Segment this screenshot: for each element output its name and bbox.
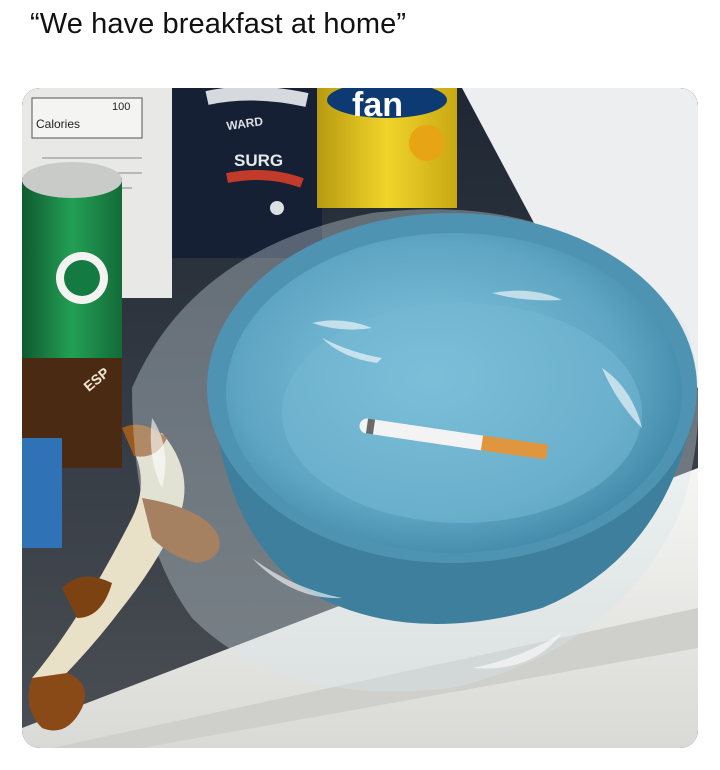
surge-label: SURG (234, 151, 283, 170)
calories-label: Calories (36, 117, 80, 131)
label-100: 100 (112, 101, 130, 113)
surge-can: WARD SURG (172, 88, 322, 258)
fanta-label: fan (352, 88, 403, 124)
meme-photo: Calories 100 WARD SURG fan ESP (22, 88, 698, 748)
post-caption: “We have breakfast at home” (30, 8, 407, 40)
starbucks-can: ESP (22, 162, 122, 468)
blue-can (22, 438, 62, 548)
fanta-can: fan (317, 88, 457, 208)
